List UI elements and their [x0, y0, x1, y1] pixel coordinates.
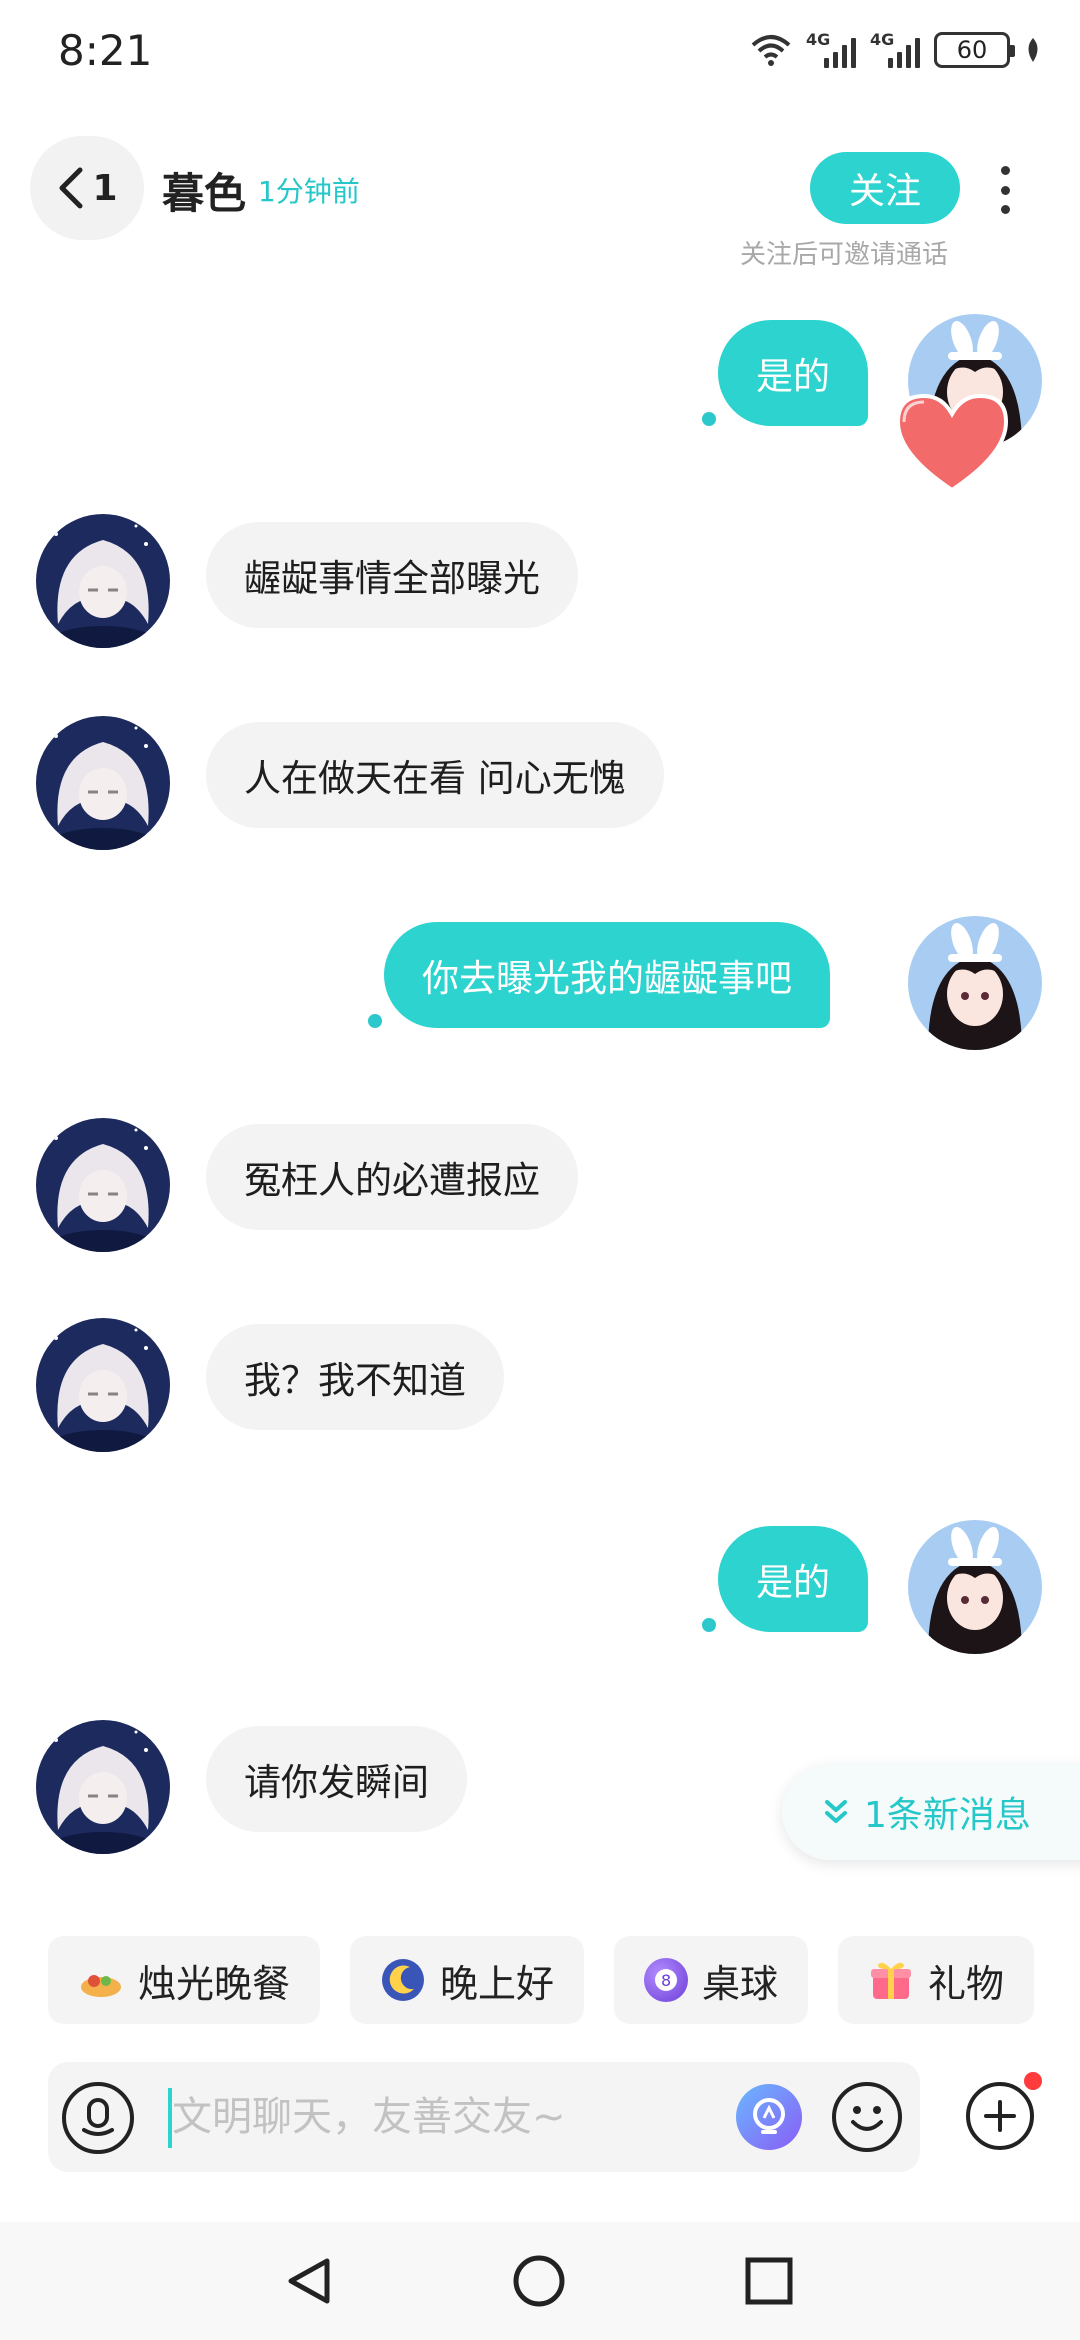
billiard-ball-number: 8 [655, 1969, 678, 1991]
signal-icon-sim2: 4G [870, 30, 920, 68]
contact-avatar[interactable] [36, 1318, 170, 1452]
contact-avatar[interactable] [36, 716, 170, 850]
unread-count: 1 [92, 167, 118, 209]
battery-icon: 60 [934, 32, 1015, 68]
notification-dot [1024, 2072, 1042, 2090]
message-bubble-outgoing[interactable]: 是的 [718, 1526, 868, 1632]
quick-action-label: 桌球 [702, 1961, 779, 2006]
message-bubble-incoming[interactable]: 人在做天在看 问心无愧 [206, 722, 664, 828]
read-indicator [702, 1618, 716, 1632]
read-indicator [702, 412, 716, 426]
quick-action-candlelight-dinner[interactable]: 烛光晚餐 [48, 1936, 321, 2024]
nav-recents-button[interactable] [734, 2246, 804, 2316]
signal-icon-sim1: 4G [806, 30, 856, 68]
message-input-bar [48, 2062, 920, 2172]
my-avatar[interactable] [908, 916, 1042, 1050]
quick-action-label: 烛光晚餐 [138, 1961, 291, 2006]
new-message-label: 1条新消息 [864, 1795, 1031, 1836]
contact-avatar[interactable] [36, 1118, 170, 1252]
status-bar: 8:21 4G 4G 60 [0, 0, 1080, 100]
message-bubble-incoming[interactable]: 我？我不知道 [206, 1324, 504, 1430]
quick-action-label: 晚上好 [440, 1961, 555, 2006]
chat-header: 1 暮色 1分钟前 关注 关注后可邀请通话 [0, 130, 1080, 270]
message-bubble-outgoing[interactable]: 是的 [718, 320, 868, 426]
follow-hint: 关注后可邀请通话 [740, 240, 949, 270]
new-message-toast[interactable]: 1条新消息 [782, 1764, 1080, 1860]
plus-icon[interactable] [966, 2082, 1034, 2150]
quick-action-billiards[interactable]: 8 桌球 [614, 1936, 809, 2024]
circle-home-icon [513, 2255, 565, 2307]
status-icons: 4G 4G 60 [750, 28, 1042, 72]
quick-action-gift[interactable]: 礼物 [838, 1936, 1035, 2024]
gift-icon [871, 1962, 912, 1999]
network-type-label: 4G [870, 30, 895, 49]
moon-icon [382, 1959, 425, 2001]
battery-level: 60 [956, 36, 988, 64]
read-indicator [368, 1014, 382, 1028]
wifi-icon [751, 35, 791, 66]
message-input[interactable] [172, 2084, 752, 2150]
double-chevron-down-icon [825, 1800, 847, 1823]
more-options-icon[interactable] [990, 160, 1020, 220]
emoji-icon[interactable] [832, 2082, 902, 2152]
nav-home-button[interactable] [504, 2246, 574, 2316]
chevron-left-icon [59, 167, 83, 209]
quick-action-good-evening[interactable]: 晚上好 [350, 1936, 585, 2024]
candlelight-dinner-icon [81, 1975, 121, 1997]
billiard-ball-icon: 8 [644, 1958, 689, 2002]
contact-avatar[interactable] [36, 514, 170, 648]
last-seen-status: 1分钟前 [258, 175, 360, 208]
my-avatar[interactable] [908, 1520, 1042, 1654]
back-button[interactable]: 1 [30, 136, 144, 240]
quick-actions-row: 烛光晚餐 晚上好 8 桌球 礼物 [48, 1936, 1035, 2024]
contact-avatar[interactable] [36, 1720, 170, 1854]
message-bubble-incoming[interactable]: 冤枉人的必遭报应 [206, 1124, 578, 1230]
quick-action-label: 礼物 [928, 1961, 1005, 2006]
message-bubble-outgoing[interactable]: 你去曝光我的龌龊事吧 [384, 922, 830, 1028]
square-recents-icon [745, 2257, 793, 2305]
voice-input-icon[interactable] [62, 2082, 134, 2154]
triangle-back-icon [288, 2258, 330, 2304]
nav-back-button[interactable] [274, 2246, 344, 2316]
status-time: 8:21 [58, 26, 153, 75]
network-type-label: 4G [806, 30, 831, 49]
message-bubble-incoming[interactable]: 龌龊事情全部曝光 [206, 522, 578, 628]
heart-sticker-icon [895, 393, 1009, 493]
system-navigation-bar [0, 2222, 1080, 2340]
message-bubble-incoming[interactable]: 请你发瞬间 [206, 1726, 467, 1832]
contact-name[interactable]: 暮色 [162, 160, 246, 221]
follow-button[interactable]: 关注 [810, 152, 960, 224]
leaf-icon [1028, 38, 1038, 62]
ai-assistant-icon[interactable] [736, 2084, 802, 2150]
